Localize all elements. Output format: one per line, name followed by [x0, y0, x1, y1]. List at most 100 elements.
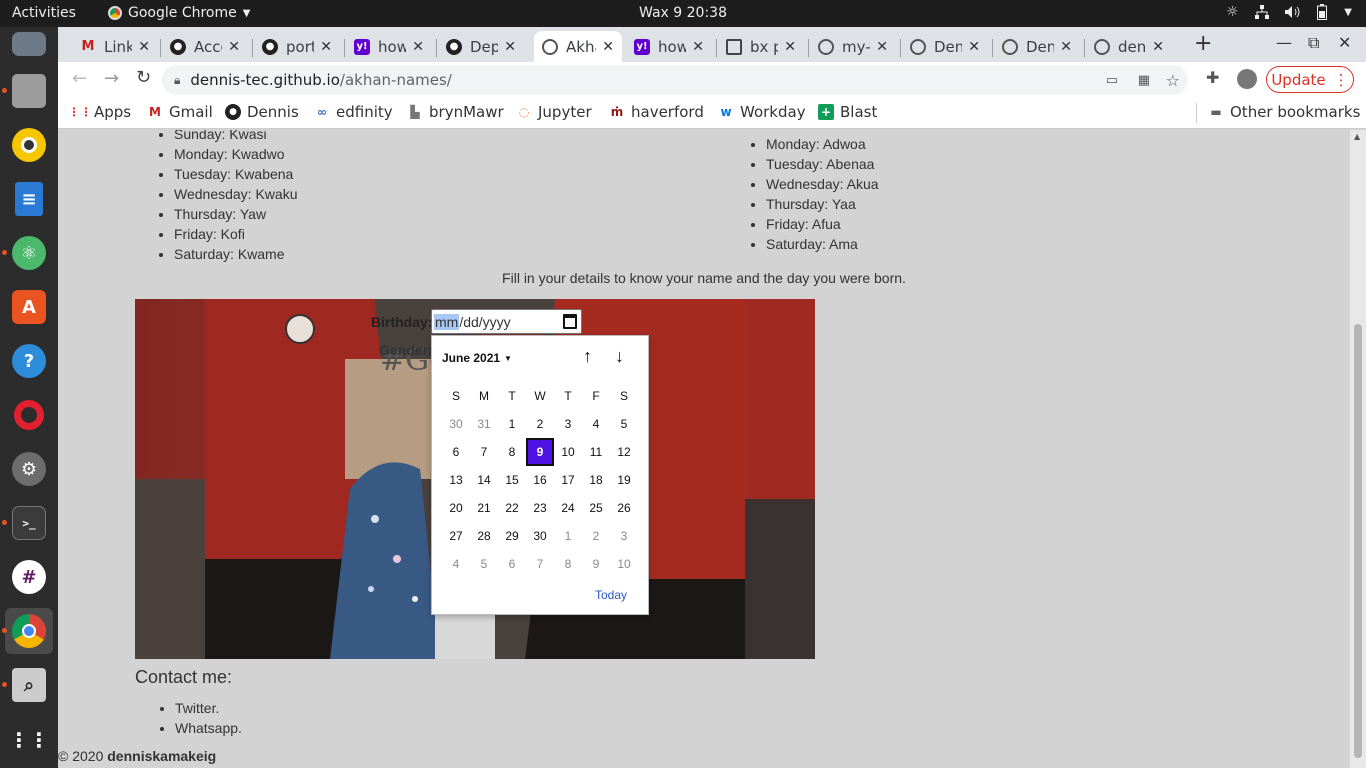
calendar-day[interactable]: 11 [582, 438, 610, 466]
birthday-rest-segments[interactable]: /dd/yyyy [459, 314, 510, 330]
tab-2[interactable]: ● Acco ✕ [162, 31, 248, 62]
show-apps-button[interactable]: ⋮⋮ [5, 717, 53, 763]
close-icon[interactable]: ✕ [504, 39, 516, 55]
page-scrollbar[interactable]: ▲ [1350, 130, 1366, 768]
dock-item-writer[interactable]: ≡ [5, 176, 53, 222]
calendar-day[interactable]: 8 [498, 438, 526, 466]
tab-9[interactable]: my-p ✕ [810, 31, 896, 62]
calendar-day[interactable]: 2 [582, 522, 610, 550]
calendar-day[interactable]: 18 [582, 466, 610, 494]
dock-item-software[interactable]: A [5, 284, 53, 330]
qr-code-icon[interactable]: ▦ [1138, 73, 1150, 88]
calendar-icon[interactable] [563, 314, 577, 329]
dock-item-rhythmbox[interactable] [5, 122, 53, 168]
new-tab-button[interactable]: + [1194, 31, 1212, 56]
calendar-day[interactable]: 5 [470, 550, 498, 578]
month-year-dropdown[interactable]: June 2021 ▼ [442, 351, 512, 365]
tab-12[interactable]: denn ✕ [1086, 31, 1172, 62]
calendar-day[interactable]: 12 [610, 438, 638, 466]
dock-item-terminal[interactable]: >_ [2, 500, 53, 546]
scrollbar-thumb[interactable] [1354, 324, 1362, 758]
bookmark-edfinity[interactable]: ∞ edfinity [314, 103, 393, 121]
cast-icon[interactable]: ▭ [1106, 73, 1118, 88]
tab-1[interactable]: M Link ✕ [72, 31, 158, 62]
calendar-day[interactable]: 8 [554, 550, 582, 578]
calendar-day[interactable]: 15 [498, 466, 526, 494]
close-icon[interactable]: ✕ [692, 39, 704, 55]
calendar-day[interactable]: 4 [442, 550, 470, 578]
dock-item-search[interactable]: ⌕ [2, 662, 53, 708]
footer-author[interactable]: denniskamakeig [107, 748, 216, 764]
close-icon[interactable]: ✕ [1152, 39, 1164, 55]
previous-month-arrow-icon[interactable]: ↑ [583, 346, 592, 367]
tab-4[interactable]: y! how ✕ [346, 31, 432, 62]
tab-5[interactable]: ● Dep ✕ [438, 31, 524, 62]
calendar-day[interactable]: 1 [498, 410, 526, 438]
calendar-day[interactable]: 17 [554, 466, 582, 494]
calendar-day[interactable]: 23 [526, 494, 554, 522]
contact-whatsapp[interactable]: Whatsapp. [175, 718, 242, 738]
calendar-day[interactable]: 3 [554, 410, 582, 438]
tab-8[interactable]: bx p ✕ [718, 31, 804, 62]
bookmark-blast[interactable]: + Blast [818, 103, 877, 121]
activities-button[interactable]: Activities [12, 5, 76, 21]
close-icon[interactable]: ✕ [320, 39, 332, 55]
clock[interactable]: Wax 9 20:38 [639, 5, 727, 21]
bookmark-jupyter[interactable]: ◌ Jupyter [516, 103, 592, 121]
dock-item-slack[interactable]: # [5, 554, 53, 600]
tab-3[interactable]: ● port ✕ [254, 31, 340, 62]
close-icon[interactable]: ✕ [1338, 33, 1351, 52]
today-button[interactable]: Today [595, 588, 627, 602]
tab-11[interactable]: Den ✕ [994, 31, 1080, 62]
extensions-icon[interactable]: ✚ [1206, 68, 1219, 87]
calendar-day[interactable]: 9 [582, 550, 610, 578]
close-icon[interactable]: ✕ [602, 39, 614, 55]
birthday-input[interactable]: mm/dd/yyyy [431, 309, 582, 334]
calendar-day[interactable]: 24 [554, 494, 582, 522]
calendar-day[interactable]: 25 [582, 494, 610, 522]
scroll-up-arrow-icon[interactable]: ▲ [1354, 132, 1360, 141]
next-month-arrow-icon[interactable]: ↓ [615, 346, 624, 367]
calendar-day[interactable]: 22 [498, 494, 526, 522]
star-icon[interactable]: ☆ [1166, 71, 1180, 90]
other-bookmarks[interactable]: ▬ Other bookmarks [1208, 103, 1360, 121]
bookmark-dennis[interactable]: ● Dennis [225, 103, 299, 121]
bookmark-apps[interactable]: ⋮⋮ Apps [68, 103, 131, 121]
calendar-day[interactable]: 1 [554, 522, 582, 550]
close-icon[interactable]: ✕ [412, 39, 424, 55]
maximize-icon[interactable]: ⧉ [1308, 33, 1319, 53]
calendar-day[interactable]: 3 [610, 522, 638, 550]
update-button[interactable]: Update ⋮ [1266, 66, 1354, 93]
bookmark-workday[interactable]: w Workday [718, 103, 805, 121]
app-menu[interactable]: Google Chrome ▼ [108, 5, 250, 21]
calendar-day[interactable]: 7 [470, 438, 498, 466]
calendar-day[interactable]: 21 [470, 494, 498, 522]
dock-item-files-partial[interactable] [5, 21, 53, 67]
calendar-day[interactable]: 4 [582, 410, 610, 438]
dock-item-opera[interactable] [5, 392, 53, 438]
calendar-day[interactable]: 19 [610, 466, 638, 494]
close-icon[interactable]: ✕ [784, 39, 796, 55]
close-icon[interactable]: ✕ [876, 39, 888, 55]
calendar-day[interactable]: 30 [526, 522, 554, 550]
calendar-day[interactable]: 5 [610, 410, 638, 438]
close-icon[interactable]: ✕ [228, 39, 240, 55]
tab-10[interactable]: Den ✕ [902, 31, 988, 62]
calendar-day[interactable]: 6 [442, 438, 470, 466]
calendar-day[interactable]: 10 [610, 550, 638, 578]
dock-item-atom[interactable]: ⚛ [2, 230, 53, 276]
dock-item-help[interactable]: ? [5, 338, 53, 384]
tab-7[interactable]: y! how ✕ [626, 31, 712, 62]
calendar-day[interactable]: 28 [470, 522, 498, 550]
calendar-day[interactable]: 10 [554, 438, 582, 466]
reload-icon[interactable]: ↻ [136, 67, 151, 88]
calendar-day[interactable]: 7 [526, 550, 554, 578]
calendar-day[interactable]: 16 [526, 466, 554, 494]
avatar[interactable] [1237, 69, 1257, 89]
system-tray[interactable]: ☼ ▼ [1224, 4, 1352, 20]
calendar-day[interactable]: 29 [498, 522, 526, 550]
calendar-day[interactable]: 6 [498, 550, 526, 578]
close-icon[interactable]: ✕ [1060, 39, 1072, 55]
calendar-day[interactable]: 30 [442, 410, 470, 438]
dock-item-settings[interactable]: ⚙ [5, 446, 53, 492]
